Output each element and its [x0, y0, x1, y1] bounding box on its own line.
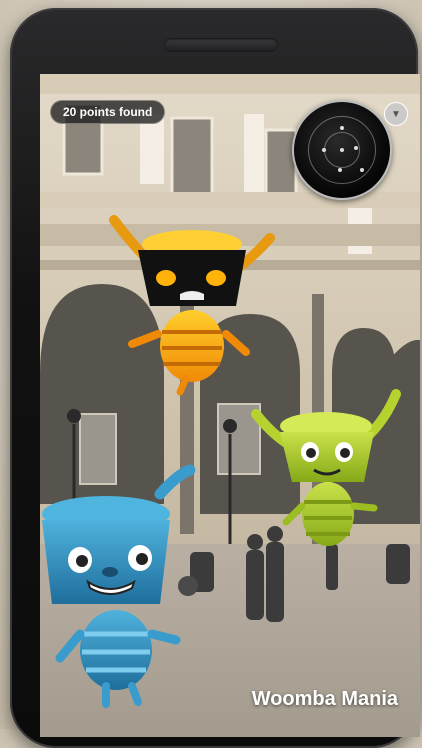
- ar-camera-view[interactable]: 20 points found ▼ Woomba Mania: [40, 74, 420, 737]
- phone-speaker: [164, 38, 278, 52]
- phone-frame: 20 points found ▼ Woomba Mania: [10, 8, 420, 748]
- app-brand-title: Woomba Mania: [251, 688, 398, 710]
- radar-icon[interactable]: [292, 100, 392, 200]
- chevron-down-icon[interactable]: ▼: [384, 102, 408, 126]
- points-found-badge: 20 points found: [50, 100, 166, 124]
